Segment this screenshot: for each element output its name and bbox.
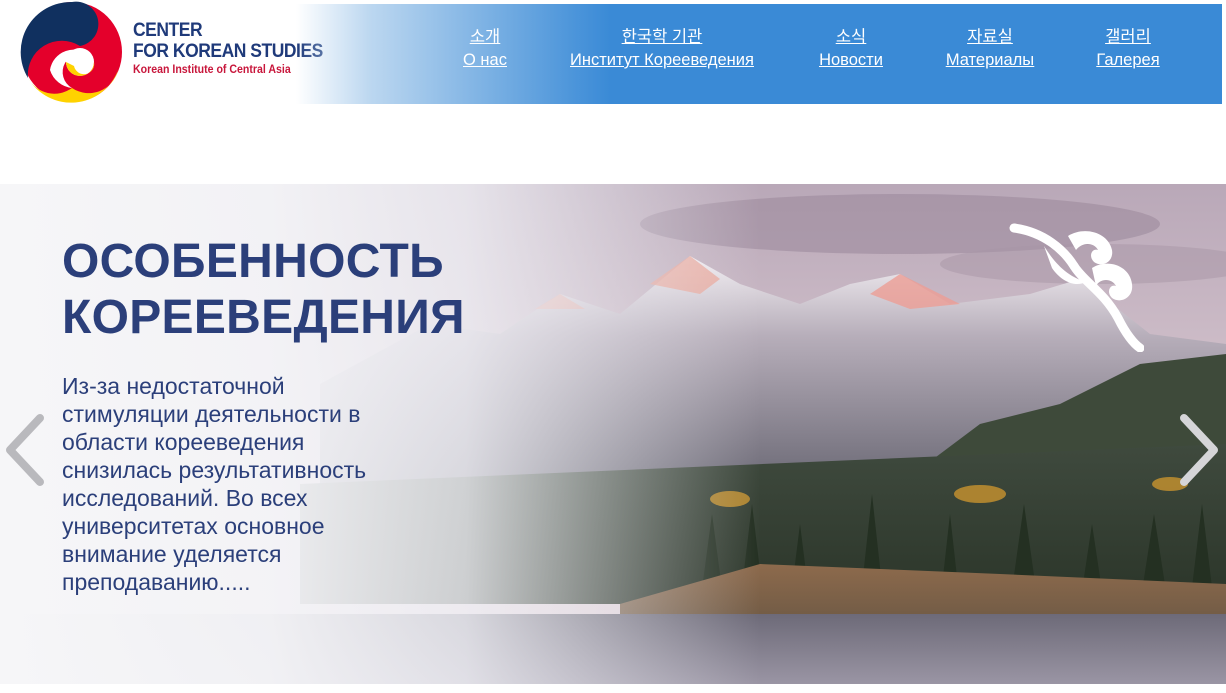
nav-item-materials[interactable]: 자료실 Материалы bbox=[940, 26, 1040, 72]
kazakh-ornament-icon bbox=[1009, 223, 1144, 352]
logo-title-line2: FOR KOREAN STUDIES bbox=[133, 41, 323, 62]
nav-item-news[interactable]: 소식 Новости bbox=[814, 26, 888, 72]
nav-item-about-ko: 소개 bbox=[469, 28, 501, 46]
nav-item-gallery-ko: 갤러리 bbox=[1105, 28, 1151, 46]
nav-item-gallery[interactable]: 갤러리 Галерея bbox=[1092, 26, 1164, 72]
nav-item-news-ko: 소식 bbox=[835, 28, 867, 46]
nav-item-news-ru: Новости bbox=[819, 51, 883, 69]
nav-item-materials-ru: Материалы bbox=[945, 51, 1035, 69]
chevron-left-icon[interactable] bbox=[0, 412, 48, 488]
nav-item-institute[interactable]: 한국학 기관 Институт Корееведения bbox=[564, 26, 760, 72]
taegeuk-logo-icon bbox=[20, 1, 122, 103]
logo-title-line1: CENTER bbox=[133, 20, 203, 41]
nav-item-institute-ko: 한국학 기관 bbox=[621, 28, 703, 46]
hero-title: ОСОБЕННОСТЬ КОРЕЕВЕДЕНИЯ bbox=[62, 234, 622, 346]
nav-item-about[interactable]: 소개 О нас bbox=[458, 26, 512, 72]
hero-slider: ОСОБЕННОСТЬ КОРЕЕВЕДЕНИЯ Из-за недостато… bbox=[0, 184, 1226, 684]
main-navigation: 소개 О нас 한국학 기관 Институт Корееведения 소식… bbox=[296, 4, 1222, 104]
logo-subtitle: Korean Institute of Central Asia bbox=[133, 64, 291, 76]
site-logo[interactable]: CENTER FOR KOREAN STUDIES Korean Institu… bbox=[20, 0, 323, 104]
hero-title-line2: КОРЕЕВЕДЕНИЯ bbox=[62, 291, 465, 344]
chevron-right-icon[interactable] bbox=[1176, 412, 1224, 488]
hero-title-line1: ОСОБЕННОСТЬ bbox=[62, 235, 444, 288]
nav-item-materials-ko: 자료실 bbox=[967, 28, 1013, 46]
nav-item-institute-ru: Институт Корееведения bbox=[570, 51, 754, 69]
nav-item-about-ru: О нас bbox=[463, 51, 507, 69]
site-header: CENTER FOR KOREAN STUDIES Korean Institu… bbox=[0, 0, 1226, 106]
nav-item-gallery-ru: Галерея bbox=[1096, 51, 1160, 69]
hero-description: Из-за недостаточной стимуляции деятельно… bbox=[62, 373, 367, 595]
